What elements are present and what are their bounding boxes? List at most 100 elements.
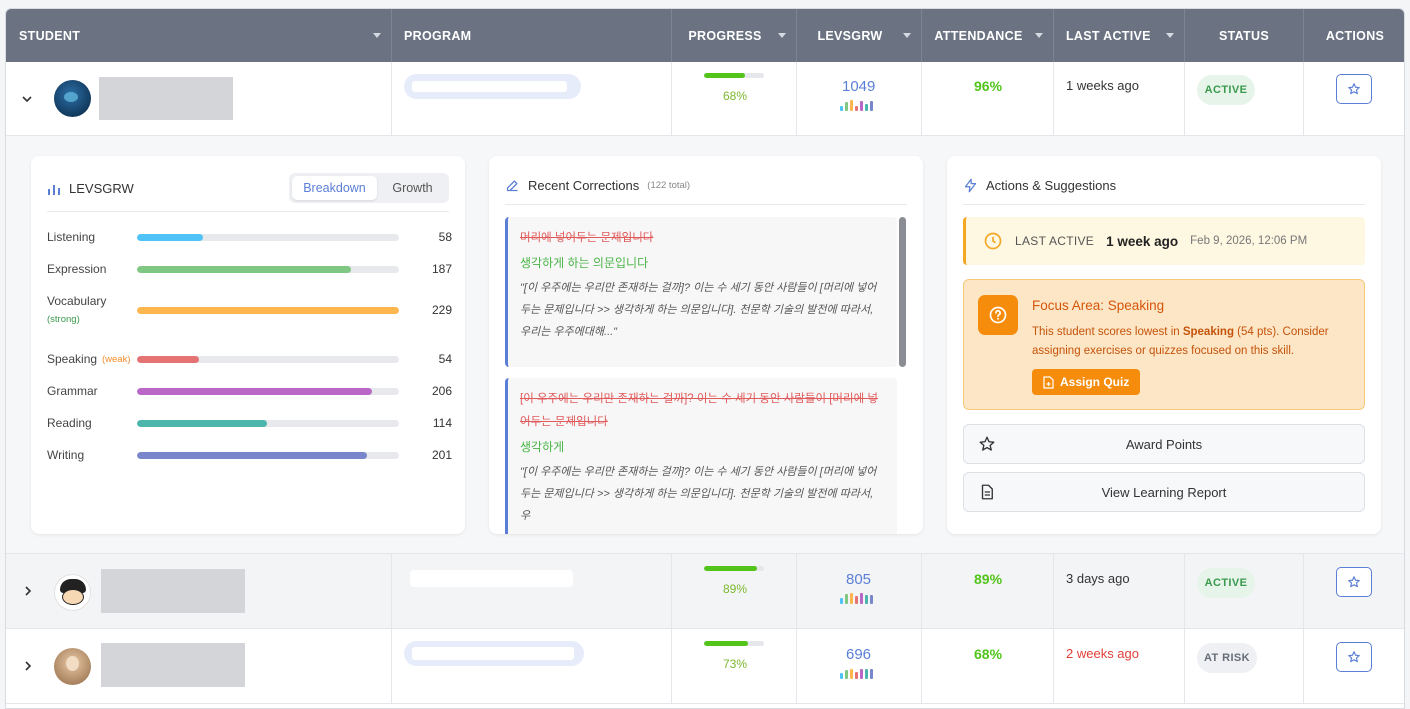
chevron-right-icon[interactable] bbox=[23, 660, 33, 672]
program-pill bbox=[404, 74, 581, 99]
skill-row-reading: Reading 114 bbox=[47, 416, 452, 436]
levsgrw-score: 805 bbox=[846, 571, 872, 588]
attendance-cell: 68% bbox=[922, 629, 1054, 703]
focus-skill: Speaking bbox=[1182, 326, 1234, 338]
skill-bar-fill bbox=[137, 307, 399, 314]
avatar bbox=[54, 574, 91, 611]
view-learning-report-button[interactable]: View Learning Report bbox=[963, 472, 1365, 512]
skill-mini-bars bbox=[840, 593, 873, 604]
document-icon bbox=[981, 484, 993, 500]
skill-tag: (weak) bbox=[102, 354, 131, 365]
favorite-button[interactable] bbox=[1336, 74, 1372, 104]
corrections-scrollbar[interactable] bbox=[899, 217, 906, 367]
sort-caret-icon[interactable] bbox=[1035, 33, 1043, 38]
skill-name: Expression bbox=[47, 262, 107, 276]
last-active-cell: 1 weeks ago bbox=[1054, 62, 1185, 135]
avatar bbox=[54, 80, 91, 117]
corrections-card: Recent Corrections (122 total) 머리에 넣어두는 … bbox=[489, 156, 923, 534]
skill-bar bbox=[137, 234, 399, 241]
sort-caret-icon[interactable] bbox=[373, 33, 381, 38]
table-row[interactable]: 73% 696 68% 2 weeks ago AT RISK bbox=[6, 629, 1404, 704]
skill-value: 58 bbox=[438, 230, 452, 244]
table-row[interactable]: 68% 1049 96% 1 weeks ago ACTIVE bbox=[6, 62, 1404, 136]
favorite-button[interactable] bbox=[1336, 642, 1372, 672]
status-badge: ACTIVE bbox=[1197, 568, 1255, 598]
skill-value: 229 bbox=[431, 303, 452, 317]
sort-caret-icon[interactable] bbox=[903, 33, 911, 38]
last-active-cell: 2 weeks ago bbox=[1054, 629, 1185, 703]
focus-area-box: Focus Area: Speaking This student scores… bbox=[963, 279, 1365, 410]
progress-bar bbox=[704, 73, 764, 78]
student-cell bbox=[6, 629, 392, 703]
skill-name: Reading bbox=[47, 416, 92, 430]
actions-cell bbox=[1304, 629, 1404, 703]
progress-cell: 89% bbox=[672, 554, 797, 628]
column-header-levsgrw[interactable]: LEVSGRW bbox=[797, 9, 922, 62]
actions-cell bbox=[1304, 554, 1404, 628]
column-header-last-active[interactable]: LAST ACTIVE bbox=[1054, 9, 1185, 62]
skill-bar bbox=[137, 307, 399, 314]
levsgrw-cell: 696 bbox=[797, 629, 922, 703]
skill-name: Listening bbox=[47, 230, 96, 244]
skill-bar bbox=[137, 356, 399, 363]
last-active-value: 3 days ago bbox=[1066, 571, 1130, 586]
table-row[interactable]: 89% 805 89% 3 days ago ACTIVE bbox=[6, 554, 1404, 629]
last-active-label: LAST ACTIVE bbox=[1015, 234, 1095, 248]
tab-growth[interactable]: Growth bbox=[379, 176, 446, 200]
column-header-label: STUDENT bbox=[19, 28, 81, 43]
column-header-attendance[interactable]: ATTENDANCE bbox=[922, 9, 1054, 62]
sort-caret-icon[interactable] bbox=[778, 33, 786, 38]
status-cell: ACTIVE bbox=[1185, 554, 1304, 628]
skill-value: 187 bbox=[431, 262, 452, 276]
column-header-label: ATTENDANCE bbox=[934, 28, 1023, 43]
column-header-status: STATUS bbox=[1185, 9, 1304, 62]
avatar bbox=[54, 648, 91, 685]
skill-name: Vocabulary bbox=[47, 294, 107, 308]
skill-value: 206 bbox=[431, 384, 452, 398]
program-cell bbox=[392, 62, 672, 135]
chevron-down-icon[interactable] bbox=[21, 94, 33, 104]
card-title: LEVSGRW bbox=[47, 181, 134, 196]
divider bbox=[963, 204, 1365, 205]
column-header-progress[interactable]: PROGRESS bbox=[672, 9, 797, 62]
favorite-button[interactable] bbox=[1336, 567, 1372, 597]
view-toggle: Breakdown Growth bbox=[289, 173, 449, 203]
column-header-program: PROGRAM bbox=[392, 9, 672, 62]
award-points-label: Award Points bbox=[1125, 436, 1203, 452]
program-pill bbox=[404, 641, 584, 666]
last-active-relative: 1 week ago bbox=[1106, 233, 1179, 249]
skill-name: Speaking bbox=[47, 352, 98, 366]
correction-context: "[이 우주에는 우리만 존재하는 걸까]? 이는 수 세기 동안 사람들이 [… bbox=[520, 282, 877, 338]
question-icon-box bbox=[978, 295, 1018, 335]
actions-title: Actions & Suggestions bbox=[986, 178, 1117, 193]
focus-area-title: Focus Area: Speaking bbox=[1032, 298, 1165, 313]
correction-right-text: 생각하게 bbox=[520, 440, 565, 454]
correction-item: [이 우주에는 우리만 존재하는 걸까]? 이는 수 세기 동안 사람들이 [머… bbox=[505, 378, 897, 534]
student-cell bbox=[6, 62, 392, 135]
assign-quiz-button[interactable]: Assign Quiz bbox=[1032, 369, 1141, 395]
award-points-button[interactable]: Award Points bbox=[963, 424, 1365, 464]
correction-wrong-text: 머리에 넣어두는 문제입니다 bbox=[520, 232, 654, 244]
attendance-cell: 89% bbox=[922, 554, 1054, 628]
column-header-actions: ACTIONS bbox=[1304, 9, 1404, 62]
column-header-student[interactable]: STUDENT bbox=[6, 9, 392, 62]
chevron-right-icon[interactable] bbox=[23, 585, 33, 597]
skill-bar-fill bbox=[137, 234, 204, 241]
corrections-title: Recent Corrections bbox=[528, 178, 640, 193]
redacted-student-info bbox=[101, 643, 245, 687]
sort-caret-icon[interactable] bbox=[1166, 33, 1174, 38]
edit-icon bbox=[506, 180, 518, 192]
progress-text: 89% bbox=[723, 582, 748, 596]
skill-bar-fill bbox=[137, 452, 367, 459]
skill-mini-bars bbox=[840, 100, 873, 111]
levsgrw-title: LEVSGRW bbox=[69, 181, 134, 196]
skill-bar-fill bbox=[137, 420, 268, 427]
expanded-details: LEVSGRW Breakdown Growth Listening 58 Expr… bbox=[6, 136, 1404, 554]
progress-bar bbox=[704, 566, 764, 571]
table-header: STUDENT PROGRAM PROGRESS LEVSGRW ATTENDA… bbox=[6, 9, 1404, 62]
last-active-banner: LAST ACTIVE 1 week ago Feb 9, 2026, 12:0… bbox=[963, 217, 1365, 265]
divider bbox=[505, 204, 907, 205]
star-icon bbox=[1348, 83, 1360, 95]
levsgrw-score: 1049 bbox=[842, 78, 876, 95]
tab-breakdown[interactable]: Breakdown bbox=[292, 176, 377, 200]
